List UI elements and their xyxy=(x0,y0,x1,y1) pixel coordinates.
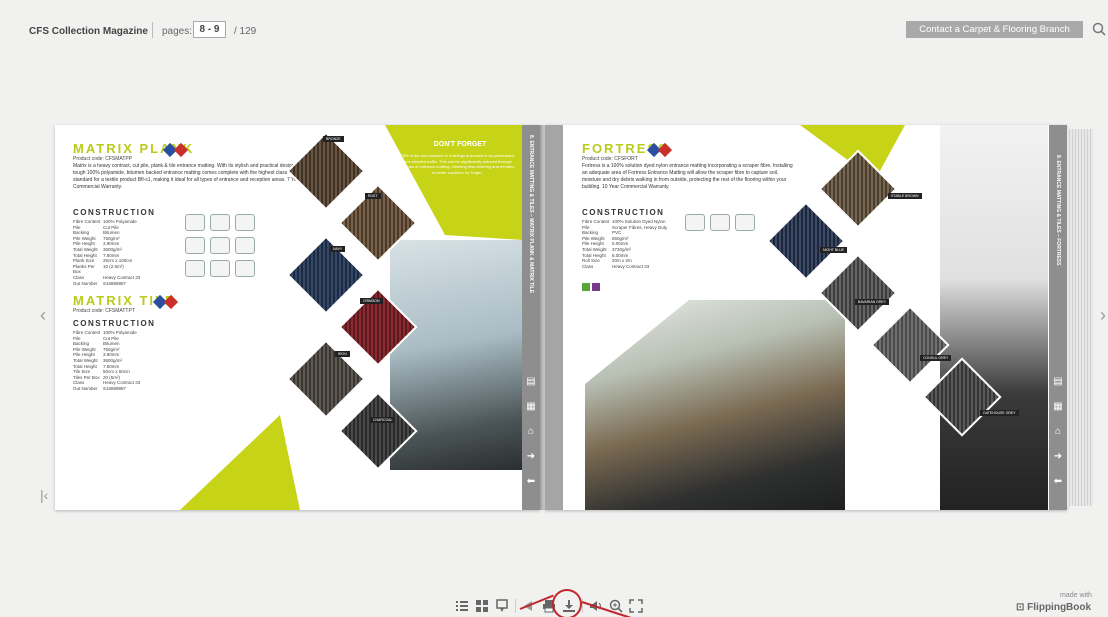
next-page-arrow[interactable]: › xyxy=(1100,305,1106,326)
swatch-label: RUST xyxy=(365,193,381,199)
swatch-label: NAVY xyxy=(330,246,346,252)
bookmarks-icon[interactable] xyxy=(495,599,509,613)
forward-icon[interactable]: ➜ xyxy=(1049,450,1067,464)
highlight-circle xyxy=(552,589,582,617)
forward-icon[interactable]: ➜ xyxy=(522,450,540,464)
section-label: 8. ENTRANCE MATTING & TILES – MATRIX PLA… xyxy=(528,135,534,294)
left-page[interactable]: MATRIX PLANK Product code: CFSMATPP Matr… xyxy=(55,125,540,510)
flippingbook-logo[interactable]: ⊡ FlippingBook xyxy=(1016,602,1091,613)
golf-shoes-photo xyxy=(940,125,1048,510)
top-bar: CFS Collection Magazine pages: 8 - 9 / 1… xyxy=(0,0,1108,58)
pages-label: pages: xyxy=(162,26,193,37)
side-tab-strip: 8. ENTRANCE MATTING & TILES – FORTRESS ▤… xyxy=(1049,125,1067,510)
swatch-label: CONSUL GREY xyxy=(920,355,952,361)
contents-icon[interactable]: ▤ xyxy=(522,375,540,389)
swatch-label: IRON xyxy=(335,351,350,357)
previous-page-arrow[interactable]: ‹ xyxy=(40,305,46,326)
contact-branch-button[interactable]: Contact a Carpet & Flooring Branch xyxy=(906,21,1083,38)
section-label: 8. ENTRANCE MATTING & TILES – FORTRESS xyxy=(1055,155,1061,266)
back-icon[interactable]: ⬅ xyxy=(1049,475,1067,489)
index-icon[interactable]: ▦ xyxy=(522,400,540,414)
divider xyxy=(152,22,153,38)
swatch-label: GATEHOUSE GREY xyxy=(980,410,1019,416)
swatch-label: NIGHT BLUE xyxy=(820,247,847,253)
search-icon[interactable] xyxy=(1092,22,1106,36)
toolbar-divider xyxy=(515,599,516,613)
page-number-input[interactable]: 8 - 9 xyxy=(193,21,226,38)
fullscreen-icon[interactable] xyxy=(629,599,643,613)
dont-forget-title: DON'T FORGET xyxy=(433,141,487,148)
page-stack-edge xyxy=(1067,129,1093,506)
pages-total: / 129 xyxy=(234,26,257,37)
home-icon[interactable]: ⌂ xyxy=(522,425,540,439)
contents-icon[interactable]: ▤ xyxy=(1049,375,1067,389)
right-page[interactable]: FORTRESS Product code: CFSFORT Fortress … xyxy=(545,125,1067,510)
index-icon[interactable]: ▦ xyxy=(1049,400,1067,414)
dont-forget-text: 75% of dirt and moisture in buildings is… xyxy=(400,153,515,175)
made-with-label: made with xyxy=(1060,592,1092,599)
side-tab-strip: 8. ENTRANCE MATTING & TILES – MATRIX PLA… xyxy=(522,125,540,510)
publication-title: CFS Collection Magazine xyxy=(29,26,148,37)
home-icon[interactable]: ⌂ xyxy=(1049,425,1067,439)
table-of-contents-icon[interactable] xyxy=(455,599,469,613)
swatch-label: CRIMSON xyxy=(360,298,383,304)
first-page-icon[interactable]: |‹ xyxy=(40,487,48,503)
back-icon[interactable]: ⬅ xyxy=(522,475,540,489)
brand-name: FlippingBook xyxy=(1027,602,1092,613)
swatch-label: CHARCOAL xyxy=(370,417,396,423)
flipbook-spread: MATRIX PLANK Product code: CFSMATPP Matr… xyxy=(55,125,1095,510)
book-icon: ⊡ xyxy=(1016,602,1028,613)
swatch-label: BAVARIAN GREY xyxy=(855,299,890,305)
swatch-label: BRONZE xyxy=(323,136,344,142)
swatch-label: STABLE BROWN xyxy=(888,193,922,199)
thumbnails-icon[interactable] xyxy=(475,599,489,613)
